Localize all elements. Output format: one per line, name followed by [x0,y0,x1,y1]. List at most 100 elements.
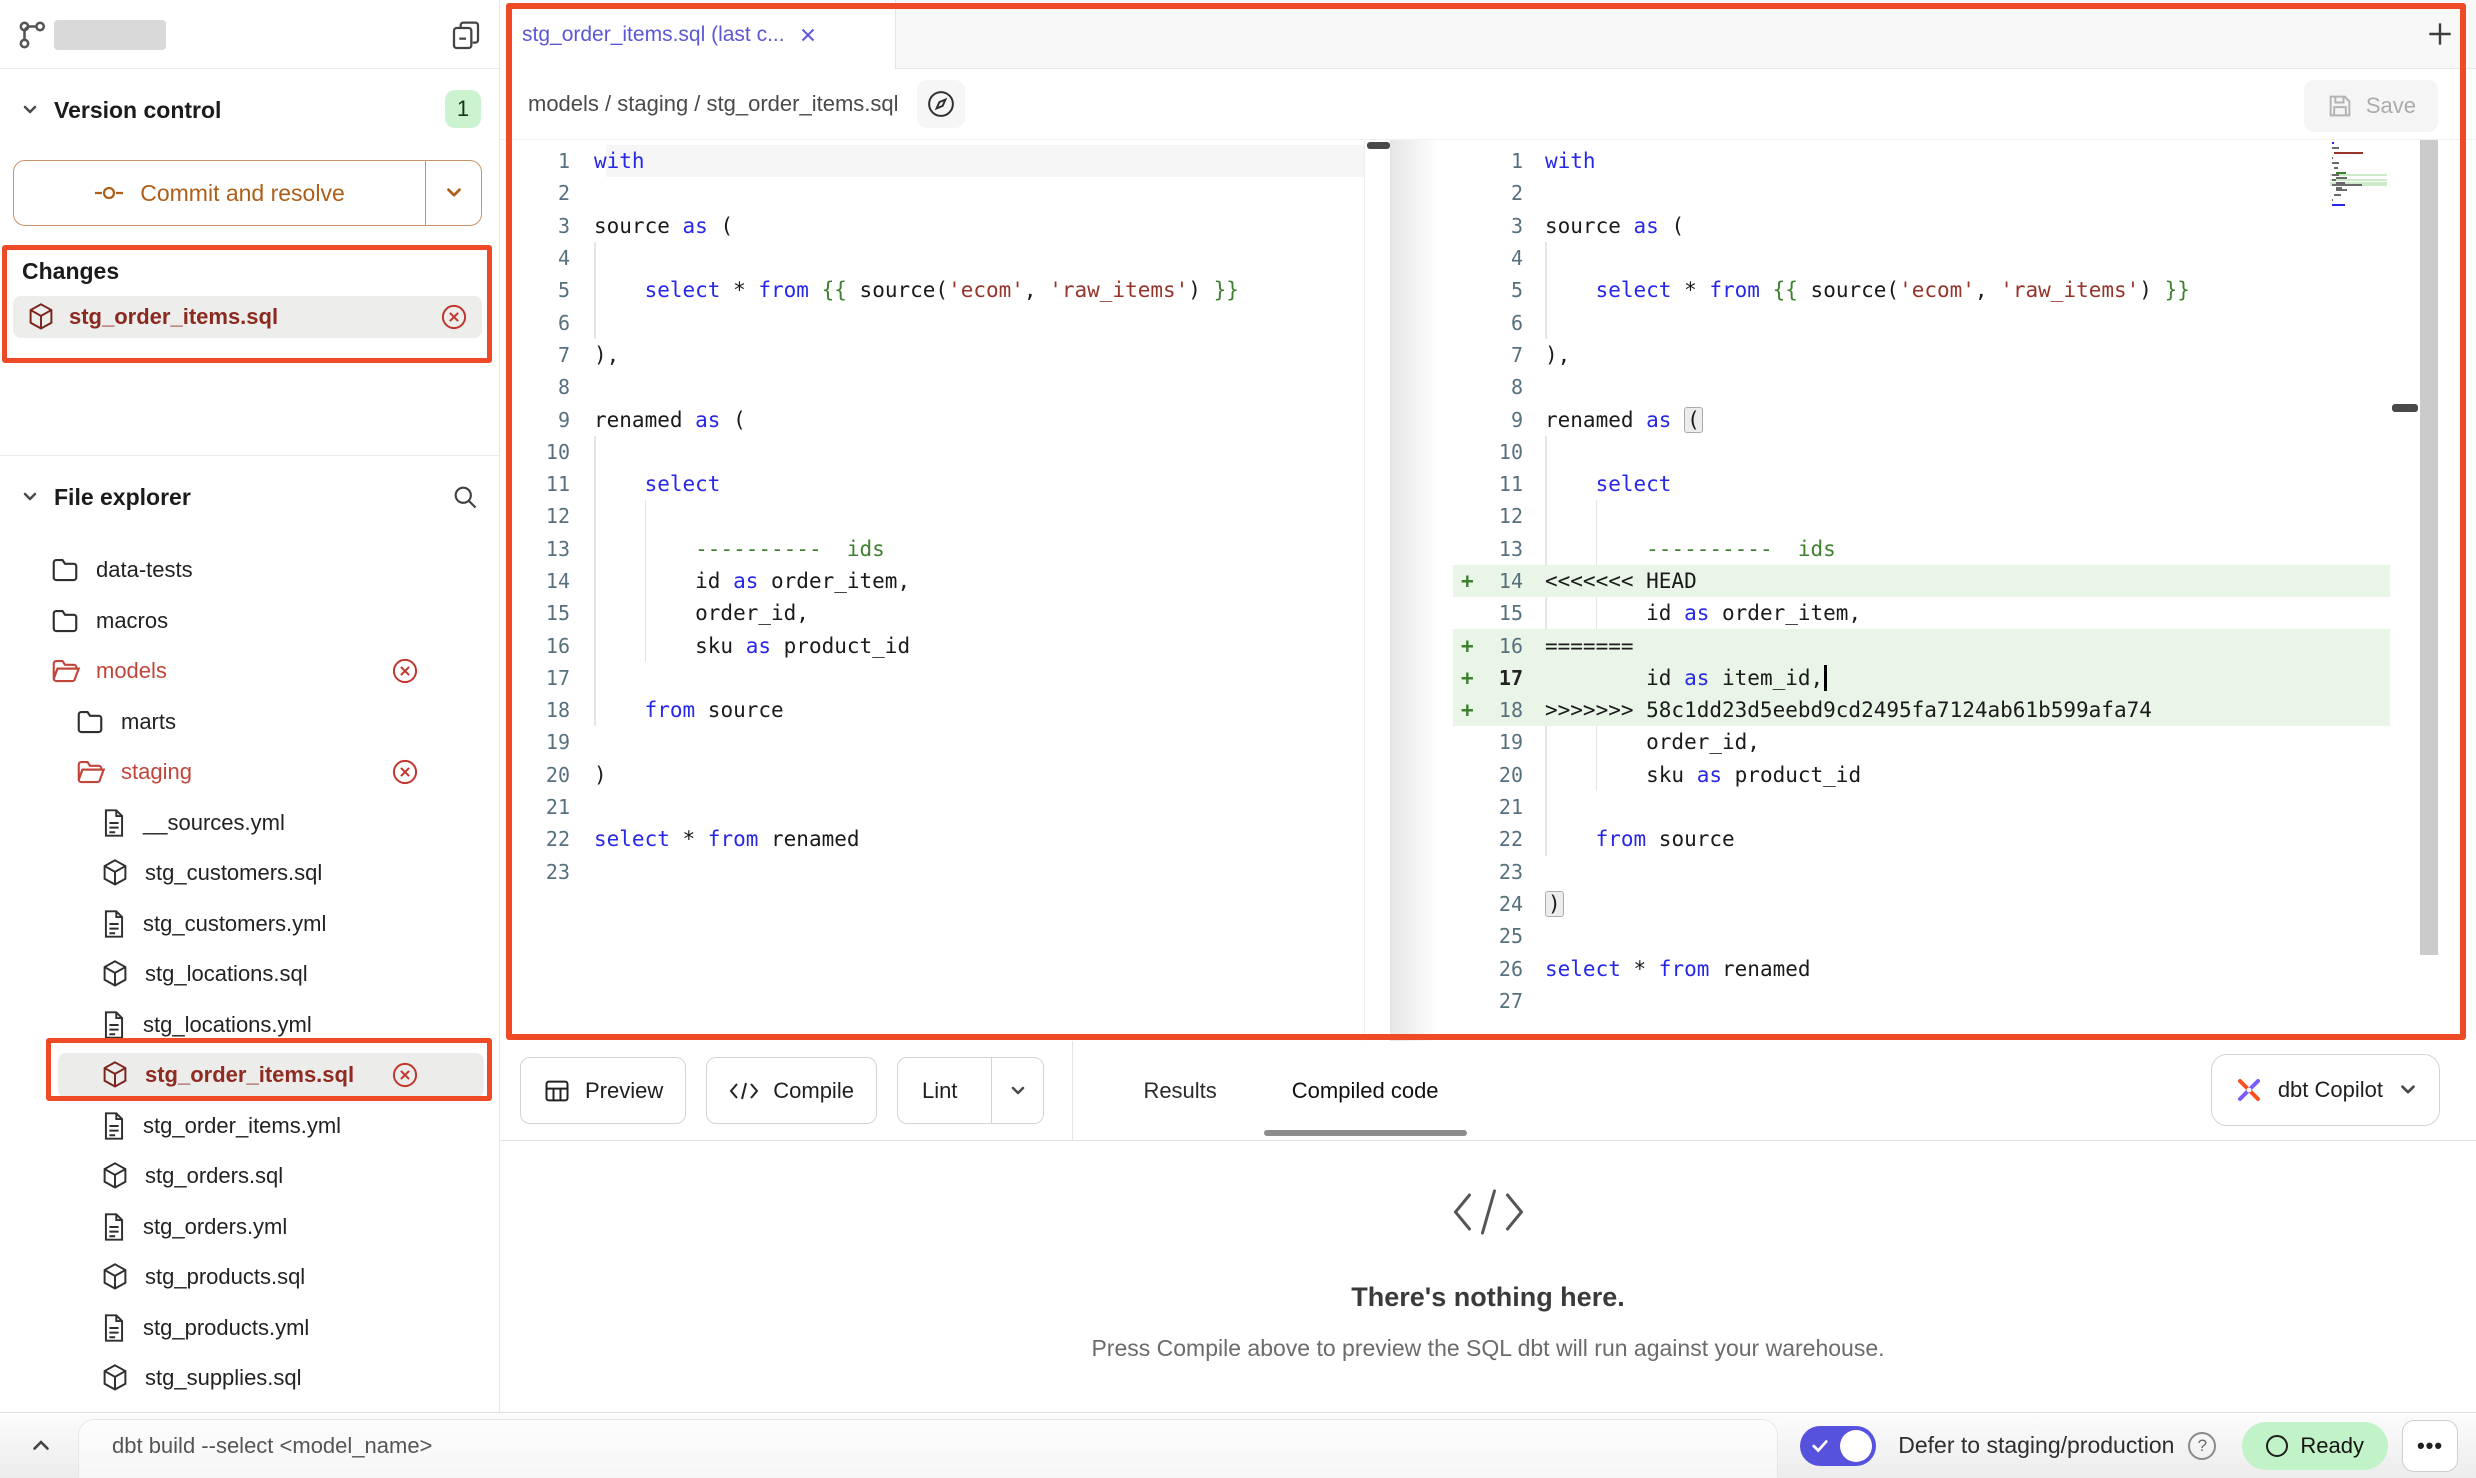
right-pane-scrollbar[interactable] [2390,140,2420,1041]
code-line-4[interactable]: 4 [500,242,1390,274]
code-line-3[interactable]: 3source as ( [500,210,1390,242]
code-line-7[interactable]: 7), [1453,339,2436,371]
revert-x-circle-icon[interactable] [391,1061,419,1089]
commit-options-dropdown[interactable] [425,161,481,225]
copy-docs-icon[interactable] [450,18,482,59]
revert-x-circle-icon[interactable] [391,758,419,786]
code-line-22[interactable]: 22select * from renamed [500,823,1390,855]
file-item-stg-orders-sql[interactable]: stg_orders.sql [0,1151,499,1202]
code-line-3[interactable]: 3source as ( [1453,210,2436,242]
close-tab-icon[interactable] [797,24,819,46]
expand-caret-icon[interactable] [28,1433,54,1459]
code-line-18[interactable]: +18>>>>>>> 58c1dd23d5eebd9cd2495fa7124ab… [1453,694,2436,726]
code-line-27[interactable]: 27 [1453,985,2436,1017]
left-pane-scrollbar[interactable] [1364,140,1390,1041]
right-pane-scrollbar-thumb[interactable] [2392,404,2418,412]
code-line-2[interactable]: 2 [500,177,1390,209]
tab-compiled-code[interactable]: Compiled code [1292,1041,1439,1140]
editor-scrollbar-strip[interactable] [2420,140,2438,955]
file-explorer-section-header[interactable]: File explorer [0,474,499,520]
file-item-models[interactable]: models [0,646,499,697]
file-item-stg-supplies-sql[interactable]: stg_supplies.sql [0,1353,499,1404]
code-line-18[interactable]: 18 from source [500,694,1390,726]
editor-pane-original[interactable]: 1with23source as (45 select * from {{ so… [500,140,1390,1041]
code-line-4[interactable]: 4 [1453,242,2436,274]
code-line-15[interactable]: 15 id as order_item, [1453,597,2436,629]
minimap[interactable] [2330,142,2387,209]
file-item-stg-order-items-sql[interactable]: stg_order_items.sql [0,1050,499,1101]
code-line-6[interactable]: 6 [1453,306,2436,338]
left-pane-scrollbar-thumb[interactable] [1367,142,1390,149]
file-item--sources-yml[interactable]: __sources.yml [0,798,499,849]
code-line-24[interactable]: 24) [1453,888,2436,920]
code-line-17[interactable]: 17 [500,662,1390,694]
file-item-stg-order-items-yml[interactable]: stg_order_items.yml [0,1101,499,1152]
diff-editor[interactable]: 1with23source as (45 select * from {{ so… [500,140,2476,1041]
code-line-15[interactable]: 15 order_id, [500,597,1390,629]
code-line-8[interactable]: 8 [1453,371,2436,403]
code-line-1[interactable]: 1with [500,145,1390,177]
lineage-compass-button[interactable] [917,80,965,128]
code-line-8[interactable]: 8 [500,371,1390,403]
code-line-21[interactable]: 21 [500,791,1390,823]
code-line-13[interactable]: 13 ---------- ids [1453,533,2436,565]
save-button[interactable]: Save [2304,80,2438,132]
editor-pane-modified[interactable]: 1with23source as (45 select * from {{ so… [1453,140,2436,1041]
code-line-2[interactable]: 2 [1453,177,2436,209]
code-line-12[interactable]: 12 [1453,500,2436,532]
git-branch-icon[interactable] [16,18,50,57]
code-line-14[interactable]: 14 id as order_item, [500,565,1390,597]
new-tab-plus-icon[interactable] [2424,18,2456,50]
file-item-stg-customers-sql[interactable]: stg_customers.sql [0,848,499,899]
revert-x-circle-icon[interactable] [440,303,468,331]
file-item-macros[interactable]: macros [0,596,499,647]
code-line-9[interactable]: 9renamed as ( [1453,403,2436,435]
command-input[interactable]: dbt build --select <model_name> [112,1433,1800,1459]
code-line-26[interactable]: 26select * from renamed [1453,952,2436,984]
changed-file-row[interactable]: stg_order_items.sql [13,296,482,338]
code-line-22[interactable]: 22 from source [1453,823,2436,855]
code-line-16[interactable]: +16======= [1453,629,2436,661]
code-line-5[interactable]: 5 select * from {{ source('ecom', 'raw_i… [500,274,1390,306]
code-line-10[interactable]: 10 [1453,436,2436,468]
code-line-14[interactable]: +14<<<<<<< HEAD [1453,565,2436,597]
dbt-copilot-button[interactable]: dbt Copilot [2211,1054,2440,1126]
defer-toggle[interactable] [1800,1426,1876,1466]
help-icon[interactable]: ? [2188,1432,2216,1460]
code-line-17[interactable]: +17 id as item_id, [1453,662,2436,694]
code-line-11[interactable]: 11 select [1453,468,2436,500]
code-line-16[interactable]: 16 sku as product_id [500,629,1390,661]
compile-button[interactable]: Compile [706,1057,877,1124]
tab-stg-order-items[interactable]: stg_order_items.sql (last c... [500,0,896,69]
preview-button[interactable]: Preview [520,1057,686,1124]
code-line-23[interactable]: 23 [1453,856,2436,888]
code-line-9[interactable]: 9renamed as ( [500,403,1390,435]
code-line-5[interactable]: 5 select * from {{ source('ecom', 'raw_i… [1453,274,2436,306]
code-line-1[interactable]: 1with [1453,145,2436,177]
file-item-stg-locations-sql[interactable]: stg_locations.sql [0,949,499,1000]
more-options-button[interactable]: ••• [2402,1420,2458,1472]
code-line-19[interactable]: 19 [500,726,1390,758]
file-search-icon[interactable] [451,483,479,511]
file-item-stg-products-yml[interactable]: stg_products.yml [0,1303,499,1354]
code-line-19[interactable]: 19 order_id, [1453,726,2436,758]
tab-results[interactable]: Results [1143,1041,1216,1140]
file-item-stg-products-sql[interactable]: stg_products.sql [0,1252,499,1303]
version-control-section-header[interactable]: Version control 1 [0,88,499,132]
lint-button[interactable]: Lint [897,1057,1044,1124]
lint-dropdown[interactable] [991,1058,1043,1123]
code-line-20[interactable]: 20 sku as product_id [1453,759,2436,791]
file-item-stg-orders-yml[interactable]: stg_orders.yml [0,1202,499,1253]
code-line-7[interactable]: 7), [500,339,1390,371]
code-line-6[interactable]: 6 [500,306,1390,338]
file-item-staging[interactable]: staging [0,747,499,798]
file-item-stg-customers-yml[interactable]: stg_customers.yml [0,899,499,950]
file-item-stg-locations-yml[interactable]: stg_locations.yml [0,1000,499,1051]
code-line-25[interactable]: 25 [1453,920,2436,952]
commit-and-resolve-button[interactable]: Commit and resolve [13,160,482,226]
code-line-20[interactable]: 20) [500,759,1390,791]
code-line-11[interactable]: 11 select [500,468,1390,500]
file-item-marts[interactable]: marts [0,697,499,748]
code-line-21[interactable]: 21 [1453,791,2436,823]
code-line-12[interactable]: 12 [500,500,1390,532]
